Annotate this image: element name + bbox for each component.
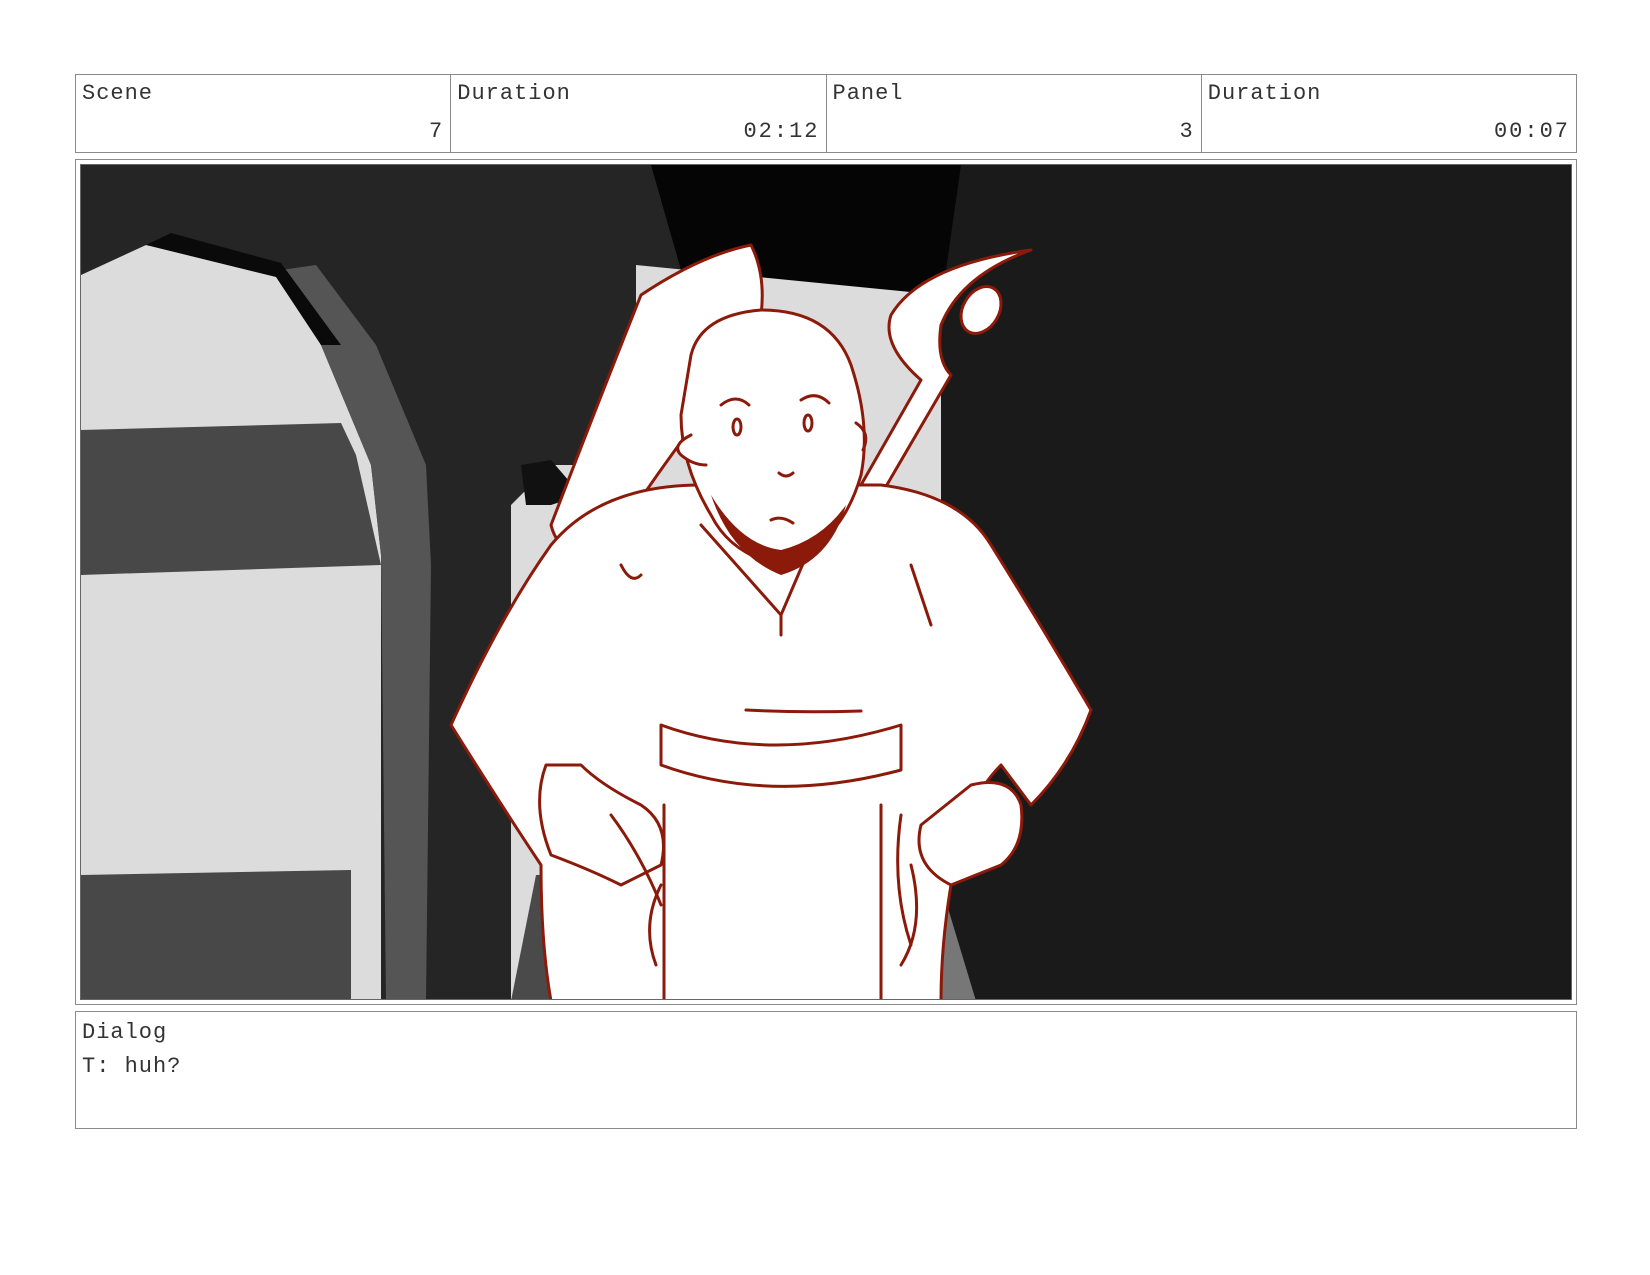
wall-stripe-top — [81, 423, 381, 575]
wall-stripe-bottom — [81, 870, 351, 999]
panel-artwork — [80, 164, 1572, 1000]
dialog-label: Dialog — [82, 1020, 168, 1045]
panel-duration-cell: Duration 00:07 — [1202, 75, 1576, 152]
panel-duration-label: Duration — [1207, 81, 1322, 106]
scene-cell: Scene 7 — [76, 75, 452, 152]
scene-duration-value: 02:12 — [743, 119, 820, 144]
panel-cell: Panel 3 — [827, 75, 1202, 152]
storyboard-sketch — [81, 165, 1571, 999]
panel-number: 3 — [1179, 119, 1195, 144]
panel-label: Panel — [832, 81, 904, 106]
panel-frame — [75, 159, 1577, 1005]
scene-duration-label: Duration — [457, 81, 571, 106]
scene-duration-cell: Duration 02:12 — [451, 75, 827, 152]
dialog-text: T: huh? — [82, 1054, 182, 1079]
scene-number: 7 — [429, 119, 445, 144]
scene-label: Scene — [82, 81, 154, 106]
dialog-box: Dialog T: huh? — [75, 1011, 1577, 1129]
storyboard-header: Scene 7 Duration 02:12 Panel 3 Duration … — [75, 74, 1577, 153]
panel-duration-value: 00:07 — [1493, 119, 1570, 144]
chest-line — [744, 708, 863, 714]
